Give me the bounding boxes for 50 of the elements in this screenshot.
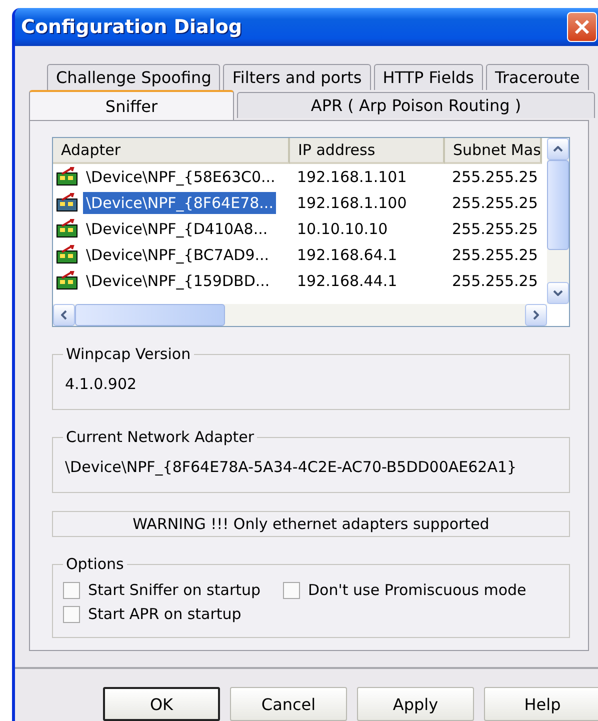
- adapter-cell[interactable]: \Device\NPF_{8F64E78...: [83, 192, 276, 214]
- checkbox-option[interactable]: Don't use Promiscuous mode: [283, 581, 559, 599]
- close-icon: [574, 19, 590, 35]
- checkbox[interactable]: [63, 582, 80, 598]
- network-card-icon: [56, 271, 80, 291]
- table-cell-text: 10.10.10.10: [296, 220, 389, 238]
- dialog-button[interactable]: Help: [484, 687, 598, 721]
- checkbox[interactable]: [63, 606, 80, 622]
- version-text: 4.1.0.902: [64, 374, 138, 395]
- dialog-button[interactable]: Apply: [357, 687, 474, 721]
- table-cell-text: 255.255.25: [451, 246, 539, 264]
- table-cell-text: 255.255.25: [451, 220, 539, 238]
- tab[interactable]: APR ( Arp Poison Routing ): [237, 92, 595, 118]
- table-cell-text: 192.168.1.101: [296, 168, 408, 186]
- checkbox-option[interactable]: Start Sniffer on startup: [63, 581, 283, 599]
- vertical-scrollbar[interactable]: [547, 138, 569, 304]
- table-cell-text: 192.168.64.1: [296, 246, 398, 264]
- adapter-cell[interactable]: \Device\NPF_{D410A8...: [83, 218, 271, 240]
- tab[interactable]: Sniffer: [29, 90, 234, 120]
- group-label: Winpcap Version: [65, 345, 192, 363]
- column-header[interactable]: IP address: [290, 138, 445, 164]
- horizontal-scrollbar[interactable]: [53, 304, 547, 326]
- adapter-cell[interactable]: \Device\NPF_{159DBD...: [83, 270, 273, 292]
- table-cell-text: 192.168.1.100: [296, 194, 408, 212]
- column-header[interactable]: Adapter: [53, 138, 290, 164]
- network-card-icon: [56, 245, 80, 265]
- network-card-icon: [56, 193, 80, 213]
- network-card-icon: [56, 167, 80, 187]
- group-label: Options: [65, 555, 125, 573]
- checkbox-option[interactable]: Start APR on startup: [63, 605, 283, 623]
- tab[interactable]: Filters and ports: [223, 64, 371, 90]
- adapter-cell[interactable]: \Device\NPF_{58E63C0...: [83, 166, 278, 188]
- checkbox[interactable]: [283, 582, 300, 598]
- dialog-button[interactable]: OK: [103, 687, 220, 721]
- tab[interactable]: Traceroute: [486, 64, 589, 90]
- table-cell-text: 192.168.44.1: [296, 272, 398, 290]
- column-header[interactable]: Subnet Mas: [445, 138, 542, 164]
- close-button[interactable]: [567, 12, 597, 42]
- network-card-icon: [56, 219, 80, 239]
- tab[interactable]: Challenge Spoofing: [47, 64, 220, 90]
- group-label: Current Network Adapter: [65, 428, 256, 446]
- table-cell-text: 255.255.25: [451, 272, 539, 290]
- adapter-cell[interactable]: \Device\NPF_{BC7AD9...: [83, 244, 272, 266]
- dialog-button[interactable]: Cancel: [230, 687, 347, 721]
- warning-text: WARNING !!! Only ethernet adapters supported: [52, 511, 570, 537]
- adapter-text: \Device\NPF_{8F64E78A-5A34-4C2E-AC70-B5DD00AE62A1}: [64, 457, 518, 478]
- tab[interactable]: HTTP Fields: [374, 64, 484, 90]
- table-cell-text: 255.255.25: [451, 168, 539, 186]
- window-title: Configuration Dialog: [21, 16, 242, 38]
- table-cell-text: 255.255.25: [451, 194, 539, 212]
